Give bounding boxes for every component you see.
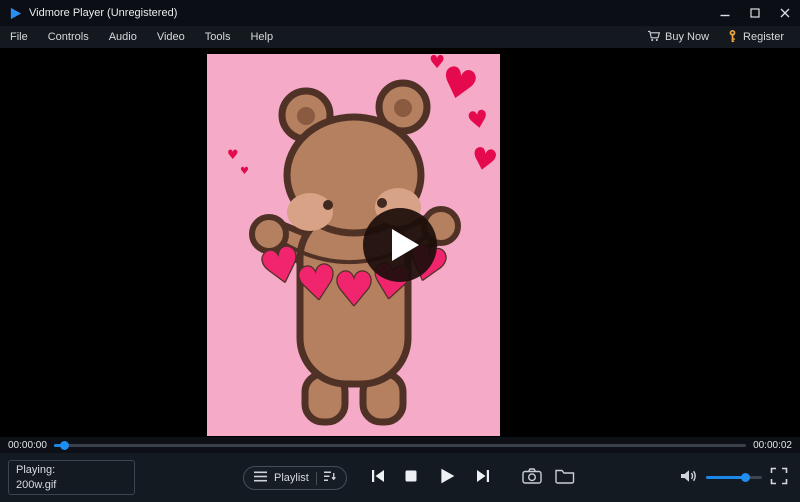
video-area[interactable]: ♥ ♥ ♥ ♥ ♥ ♥ ♥ ♥ ♥ ♥ [0,48,800,437]
window-title: Vidmore Player (Unregistered) [29,7,178,19]
skip-previous-button[interactable] [366,462,390,494]
playing-label: Playing: [16,464,56,476]
close-icon [780,6,790,21]
seek-handle[interactable] [60,440,70,450]
minimize-button[interactable] [710,0,740,26]
menu-item-controls[interactable]: Controls [38,26,99,48]
playlist-button[interactable]: Playlist [243,466,347,490]
menu-item-video[interactable]: Video [147,26,195,48]
vidmore-player-window: Vidmore Player (Unregistered) File Contr… [0,0,800,502]
titlebar: Vidmore Player (Unregistered) [0,0,800,26]
play-overlay-icon [362,208,438,286]
playlist-divider [315,471,317,485]
control-bar: Playing: 200w.gif Playlist [0,453,800,502]
volume-slider[interactable] [706,473,762,482]
volume-fill [706,476,746,479]
snapshot-button[interactable] [522,468,542,487]
time-elapsed: 00:00:00 [8,439,47,451]
seek-bar[interactable] [53,440,747,450]
mute-button[interactable] [680,469,698,486]
svg-text:♥: ♥ [429,54,445,73]
fullscreen-icon [770,467,788,488]
volume-handle[interactable] [741,473,751,482]
fullscreen-button[interactable] [770,453,788,502]
register-button[interactable]: Register [719,26,792,48]
play-icon [438,467,456,488]
menu-item-help[interactable]: Help [240,26,283,48]
stop-icon [405,470,417,485]
stop-button[interactable] [399,462,423,494]
vidmore-logo-icon [9,7,22,20]
buy-now-label: Buy Now [665,31,710,43]
menu-item-audio[interactable]: Audio [99,26,147,48]
key-icon [727,29,738,46]
minimize-icon [720,6,730,21]
open-folder-button[interactable] [555,468,575,487]
video-frame-bear-gif: ♥ ♥ ♥ ♥ ♥ ♥ ♥ ♥ ♥ ♥ [207,54,500,436]
buy-now-button[interactable]: Buy Now [639,26,717,48]
volume-group [680,453,762,502]
svg-text:♥: ♥ [240,166,249,177]
menu-item-file[interactable]: File [0,26,38,48]
cart-icon [647,30,661,45]
volume-speaker-icon [680,469,698,486]
play-order-icon[interactable] [323,471,336,485]
now-playing-box: Playing: 200w.gif [8,460,135,495]
menubar-right: Buy Now Register [639,26,800,48]
menu-item-tools[interactable]: Tools [195,26,241,48]
playing-file-name: 200w.gif [16,479,57,491]
skip-next-icon [476,469,490,486]
close-button[interactable] [770,0,800,26]
skip-previous-icon [371,469,385,486]
maximize-icon [750,6,760,21]
menubar: File Controls Audio Video Tools Help Buy… [0,26,800,48]
snapshot-camera-icon [522,468,542,487]
play-button[interactable] [432,462,462,494]
open-folder-icon [555,468,575,487]
play-overlay-button[interactable] [362,207,438,283]
playlist-label: Playlist [274,472,309,484]
transport-controls [366,453,495,502]
svg-text:♥: ♥ [227,148,239,163]
playlist-list-icon [254,471,267,485]
time-duration: 00:00:02 [753,439,792,451]
skip-next-button[interactable] [471,462,495,494]
window-controls [710,0,800,26]
register-label: Register [743,31,784,43]
maximize-button[interactable] [740,0,770,26]
seek-row: 00:00:00 00:00:02 [0,437,800,453]
snapshot-group [522,453,575,502]
